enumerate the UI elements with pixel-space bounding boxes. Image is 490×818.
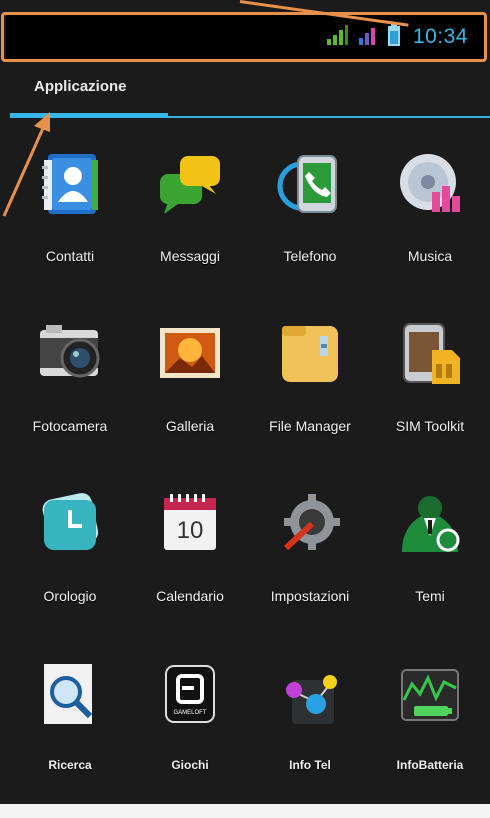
app-giochi[interactable]: GAMELOFT Giochi <box>130 648 250 818</box>
clock-icon <box>36 490 104 558</box>
messages-icon <box>156 150 224 218</box>
search-icon <box>36 660 104 728</box>
app-label: Galleria <box>165 418 215 434</box>
app-label: Fotocamera <box>32 418 108 434</box>
calendar-icon: 10 <box>156 490 224 558</box>
music-icon <box>396 150 464 218</box>
app-temi[interactable]: Temi <box>370 478 490 648</box>
tab-divider <box>10 116 490 118</box>
gameloft-brand: GAMELOFT <box>173 710 206 716</box>
app-calendario[interactable]: 10 Calendario <box>130 478 250 648</box>
app-label: InfoBatteria <box>396 758 464 772</box>
app-label: Calendario <box>156 588 224 604</box>
contacts-icon <box>36 150 104 218</box>
app-telefono[interactable]: Telefono <box>250 138 370 308</box>
app-musica[interactable]: Musica <box>370 138 490 308</box>
app-label: Temi <box>415 588 445 604</box>
phone-screen: 10:34 Applicazione Contatti Messaggi Tel… <box>0 0 490 804</box>
app-file-manager[interactable]: File Manager <box>250 308 370 478</box>
app-label: Info Tel <box>289 758 331 772</box>
app-label: Musica <box>407 248 453 264</box>
info-tel-icon <box>276 660 344 728</box>
battery-icon <box>387 22 401 52</box>
app-messaggi[interactable]: Messaggi <box>130 138 250 308</box>
settings-gear-icon <box>276 490 344 558</box>
themes-icon <box>396 490 464 558</box>
gallery-icon <box>156 320 224 388</box>
tab-applicazione[interactable]: Applicazione <box>34 78 127 95</box>
app-ricerca[interactable]: Ricerca <box>10 648 130 818</box>
app-label: Telefono <box>283 248 337 264</box>
calendar-day: 10 <box>177 517 204 544</box>
app-label: Giochi <box>171 758 209 772</box>
app-info-tel[interactable]: Info Tel <box>250 648 370 818</box>
app-label: Contatti <box>45 248 95 264</box>
app-impostazioni[interactable]: Impostazioni <box>250 478 370 648</box>
status-clock: 10:34 <box>412 25 468 48</box>
folder-icon <box>276 320 344 388</box>
battery-info-icon <box>396 660 464 728</box>
app-label: Impostazioni <box>270 588 350 604</box>
app-sim-toolkit[interactable]: SIM Toolkit <box>370 308 490 478</box>
app-contatti[interactable]: Contatti <box>10 138 130 308</box>
app-fotocamera[interactable]: Fotocamera <box>10 308 130 478</box>
app-drawer-tabbar: Applicazione <box>10 62 490 122</box>
status-bar: 10:34 <box>6 14 484 60</box>
app-label: Orologio <box>43 588 97 604</box>
games-icon: GAMELOFT <box>156 660 224 728</box>
data-activity-icon <box>357 24 379 51</box>
app-infobatteria[interactable]: InfoBatteria <box>370 648 490 818</box>
app-label: SIM Toolkit <box>395 418 465 434</box>
app-label: Messaggi <box>160 248 220 264</box>
app-label: File Manager <box>269 418 351 434</box>
app-label: Ricerca <box>48 758 92 772</box>
app-grid: Contatti Messaggi Telefono Musica Fotoca… <box>10 138 490 818</box>
camera-icon <box>36 320 104 388</box>
app-orologio[interactable]: Orologio <box>10 478 130 648</box>
signal-icon <box>325 24 349 51</box>
sim-icon <box>396 320 464 388</box>
app-galleria[interactable]: Galleria <box>130 308 250 478</box>
phone-icon <box>276 150 344 218</box>
status-icons: 10:34 <box>325 22 468 52</box>
